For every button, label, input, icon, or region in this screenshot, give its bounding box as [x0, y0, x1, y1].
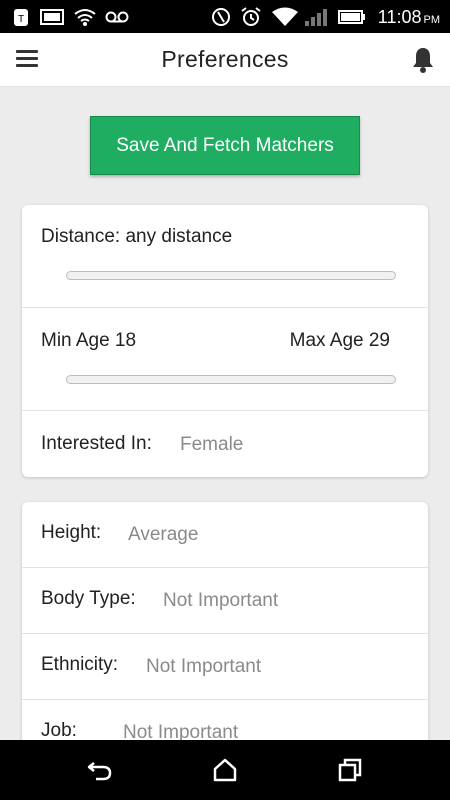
svg-text:T: T — [18, 14, 24, 25]
height-value[interactable]: Average — [128, 524, 198, 546]
body-type-row[interactable]: Body Type: Not Important — [22, 568, 428, 634]
voicemail-icon — [105, 11, 129, 23]
ethnicity-row[interactable]: Ethnicity: Not Important — [22, 634, 428, 700]
distance-slider[interactable] — [66, 271, 396, 280]
body-type-value[interactable]: Not Important — [163, 590, 278, 612]
profile-preferences-card: Height: Average Body Type: Not Important… — [22, 502, 428, 762]
age-range-row: Min Age 18 Max Age 29 — [22, 308, 428, 411]
wifi-icon — [272, 7, 298, 26]
status-bar: T 11:08 PM — [0, 0, 450, 33]
ethnicity-label: Ethnicity: — [41, 654, 119, 675]
home-icon[interactable] — [211, 757, 239, 783]
ethnicity-value[interactable]: Not Important — [146, 656, 261, 678]
bell-icon[interactable] — [410, 46, 436, 74]
page-title: Preferences — [161, 46, 289, 72]
do-not-disturb-icon — [212, 8, 230, 26]
job-label: Job: — [41, 720, 77, 741]
battery-icon — [338, 10, 365, 24]
save-and-fetch-button[interactable]: Save And Fetch Matchers — [90, 116, 360, 175]
distance-label: Distance: any distance — [41, 226, 233, 247]
max-age-label: Max Age 29 — [289, 330, 390, 351]
height-label: Height: — [41, 522, 102, 543]
clock-ampm: PM — [423, 14, 441, 26]
interested-in-value[interactable]: Female — [180, 434, 243, 456]
image-icon — [40, 9, 64, 25]
wifi-call-icon — [74, 9, 96, 26]
interested-in-row[interactable]: Interested In: Female — [22, 411, 428, 477]
recents-icon[interactable] — [336, 757, 364, 783]
carrier-icon: T — [14, 9, 28, 26]
min-age-label: Min Age 18 — [41, 330, 137, 351]
signal-icon — [305, 9, 327, 26]
app-bar: Preferences — [0, 33, 450, 87]
back-icon[interactable] — [86, 757, 114, 783]
clock-time: 11:08 — [377, 7, 422, 27]
system-nav-bar — [0, 740, 450, 800]
distance-row: Distance: any distance — [22, 205, 428, 308]
clock: 11:08 PM — [378, 7, 440, 28]
alarm-icon — [241, 7, 261, 26]
body-type-label: Body Type: — [41, 588, 136, 609]
match-preferences-card: Distance: any distance Min Age 18 Max Ag… — [22, 205, 428, 477]
age-range-slider[interactable] — [66, 375, 396, 384]
height-row[interactable]: Height: Average — [22, 502, 428, 568]
interested-in-label: Interested In: — [41, 433, 152, 454]
